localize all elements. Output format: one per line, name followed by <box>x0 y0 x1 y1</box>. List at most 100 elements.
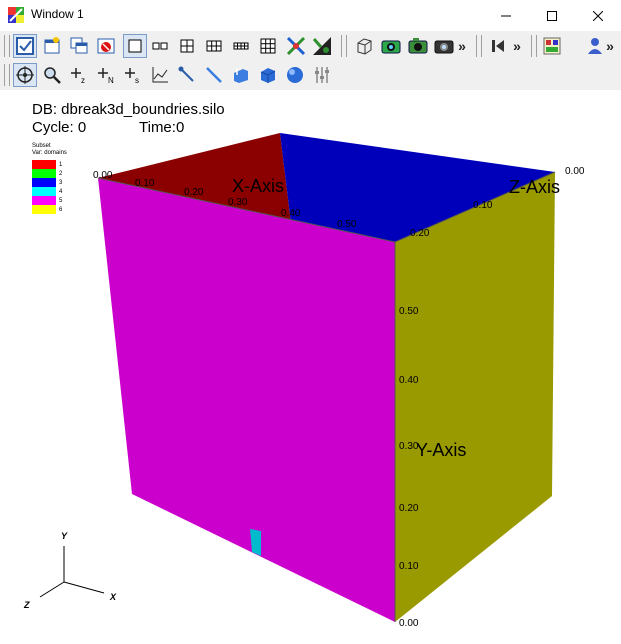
layout-2x2-button[interactable] <box>175 34 199 58</box>
sphere-icon <box>287 67 303 83</box>
sliders-icon <box>315 67 329 83</box>
layout-1x1-button[interactable] <box>123 34 147 58</box>
window-title: Window 1 <box>31 7 84 21</box>
toolbar-grip[interactable] <box>531 35 537 57</box>
z-tick-label: 0.00 <box>565 166 585 177</box>
orientation-triad <box>39 546 105 598</box>
new-window-icon <box>44 37 60 54</box>
x-tick-label: 0.20 <box>184 187 204 198</box>
camera-green-button[interactable] <box>379 34 403 58</box>
plane-tool-icon <box>234 68 248 83</box>
svg-text:N: N <box>108 76 114 85</box>
cube-icon <box>357 38 372 55</box>
camera-reset-icon <box>381 40 401 54</box>
minimize-button[interactable] <box>483 0 529 31</box>
magnifier-icon <box>44 67 61 84</box>
checkbox-window-icon <box>16 37 34 55</box>
active-window-button[interactable] <box>13 34 37 58</box>
pick-z-icon: z <box>71 68 85 85</box>
delete-window-button[interactable] <box>94 34 118 58</box>
toolbar-interaction: z N s <box>0 60 621 90</box>
toolbar-overflow-1[interactable]: » <box>455 34 469 58</box>
title-bar: Window 1 <box>0 0 621 31</box>
camera-recenter-button[interactable] <box>406 34 430 58</box>
camera-recenter-icon <box>408 38 428 54</box>
plot-list-button[interactable] <box>540 34 564 58</box>
app-icon <box>8 7 24 23</box>
sphere-tool-button[interactable] <box>283 63 307 87</box>
layout-3x3-button[interactable] <box>256 34 280 58</box>
layout-1x1-icon <box>128 39 142 53</box>
curve-pick-button[interactable] <box>148 63 172 87</box>
pick-s-icon: s <box>125 68 139 85</box>
compass-icon <box>16 66 34 84</box>
y-tick-label: 0.10 <box>399 561 419 572</box>
zone-pick-button[interactable]: z <box>67 63 91 87</box>
view-3d-button[interactable] <box>352 34 376 58</box>
box-tool-button[interactable] <box>256 63 280 87</box>
y-axis-title: Y-Axis <box>416 440 466 460</box>
z-axis-title: Z-Axis <box>509 177 560 197</box>
line-tool-icon <box>206 67 222 83</box>
spin-arrows-icon <box>286 36 306 56</box>
triad-y-label: Y <box>61 531 68 541</box>
y-tick-label: 0.40 <box>399 375 419 386</box>
toolbar-overflow-3[interactable]: » <box>603 34 617 58</box>
toolbar-overflow-2[interactable]: » <box>510 34 524 58</box>
layout-3x2-icon <box>206 40 222 52</box>
plot-canvas[interactable]: 0.00 0.10 0.20 0.30 0.40 0.50 X-Axis 0.0… <box>0 90 621 644</box>
triad-z-label: Z <box>23 600 30 610</box>
lineout-button[interactable] <box>175 63 199 87</box>
pick-n-icon: N <box>98 68 114 85</box>
maximize-button[interactable] <box>529 0 575 31</box>
y-tick-label: 0.50 <box>399 306 419 317</box>
plot-list-icon <box>543 37 561 55</box>
user-icon <box>588 38 602 54</box>
spreadsheet-pick-button[interactable]: s <box>121 63 145 87</box>
x-tick-label: 0.00 <box>93 170 113 181</box>
x-tick-label: 0.30 <box>228 197 248 208</box>
new-window-button[interactable] <box>40 34 64 58</box>
layout-1x2-icon <box>152 42 168 50</box>
y-tick-label: 0.20 <box>399 503 419 514</box>
toolbar-grip[interactable] <box>476 35 482 57</box>
triad-x-label: X <box>109 592 117 602</box>
plane-tool-button[interactable] <box>229 63 253 87</box>
svg-text:z: z <box>81 76 85 85</box>
lock-tools-button[interactable] <box>310 34 334 58</box>
layout-2x4-button[interactable] <box>229 34 253 58</box>
camera-save-button[interactable] <box>432 34 456 58</box>
box-tool-icon <box>260 68 276 83</box>
x-axis-title: X-Axis <box>232 176 284 196</box>
toolbar-grip[interactable] <box>4 64 10 86</box>
z-tick-label: 0.20 <box>410 228 430 239</box>
minimize-icon <box>501 15 511 16</box>
z-tick-label: 0.10 <box>473 200 493 211</box>
toolbar-grip[interactable] <box>341 35 347 57</box>
visualization-window[interactable]: DB: dbreak3d_boundries.silo Cycle: 0 Tim… <box>0 90 621 644</box>
x-tick-label: 0.50 <box>337 219 357 230</box>
navigate-mode-button[interactable] <box>13 63 37 87</box>
zoom-mode-button[interactable] <box>40 63 64 87</box>
clone-window-button[interactable] <box>67 34 91 58</box>
node-pick-button[interactable]: N <box>94 63 118 87</box>
layout-2x2-icon <box>180 39 194 53</box>
layout-3x2-button[interactable] <box>202 34 226 58</box>
lock-view-button[interactable] <box>284 34 308 58</box>
front-face <box>98 178 395 622</box>
pointer-line-icon <box>178 66 194 82</box>
svg-text:s: s <box>135 76 139 85</box>
line-tool-button[interactable] <box>202 63 226 87</box>
toolbar-grip[interactable] <box>4 35 10 57</box>
animation-back-button[interactable] <box>486 34 510 58</box>
axis-restrict-button[interactable] <box>310 63 334 87</box>
close-button[interactable] <box>575 0 621 31</box>
layout-2x4-icon <box>233 42 249 50</box>
layout-1x2-button[interactable] <box>148 34 172 58</box>
toolbar-main: » » » <box>0 31 621 62</box>
maximize-icon <box>547 10 557 21</box>
step-back-icon <box>492 40 504 52</box>
camera-icon <box>434 40 454 54</box>
lock-tools-icon <box>312 37 331 55</box>
x-tick-label: 0.40 <box>281 208 301 219</box>
